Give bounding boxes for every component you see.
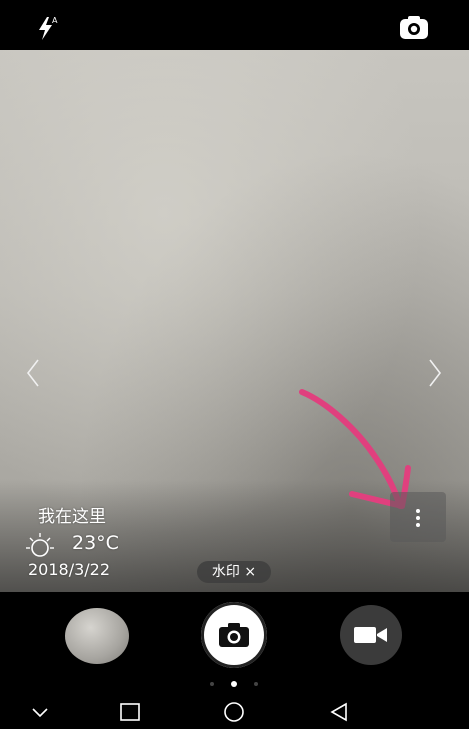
video-mode-button[interactable] <box>340 605 402 665</box>
camera-viewfinder[interactable]: 我在这里 23°C 2018/3/22 水印 × <box>0 50 469 592</box>
page-dot-active <box>231 681 237 687</box>
recents-icon[interactable] <box>118 700 142 724</box>
svg-text:A: A <box>52 16 58 25</box>
navigation-bar <box>0 695 469 729</box>
more-options-button[interactable] <box>390 492 446 542</box>
more-dot <box>416 523 420 527</box>
more-dot <box>416 516 420 520</box>
bottom-controls <box>0 592 469 729</box>
page-dot <box>210 682 214 686</box>
camera-icon <box>219 623 249 647</box>
mode-pager <box>206 680 262 688</box>
watermark-location: 我在这里 <box>38 507 106 527</box>
top-bar: A <box>0 0 469 50</box>
back-icon[interactable] <box>327 700 351 724</box>
home-icon[interactable] <box>222 700 246 724</box>
gallery-thumbnail[interactable] <box>65 608 129 664</box>
chevron-left-icon[interactable] <box>26 358 40 388</box>
more-dot <box>416 509 420 513</box>
switch-camera-icon[interactable] <box>398 14 430 42</box>
sun-icon <box>22 528 58 564</box>
flash-auto-icon[interactable]: A <box>36 14 62 42</box>
watermark-chip[interactable]: 水印 × <box>197 561 271 583</box>
watermark-date: 2018/3/22 <box>28 560 111 579</box>
page-dot <box>254 682 258 686</box>
chevron-down-icon[interactable] <box>28 700 52 724</box>
chevron-right-icon[interactable] <box>428 358 442 388</box>
watermark-temperature: 23°C <box>72 532 119 554</box>
shutter-button[interactable] <box>201 602 267 668</box>
video-camera-icon <box>354 627 387 643</box>
